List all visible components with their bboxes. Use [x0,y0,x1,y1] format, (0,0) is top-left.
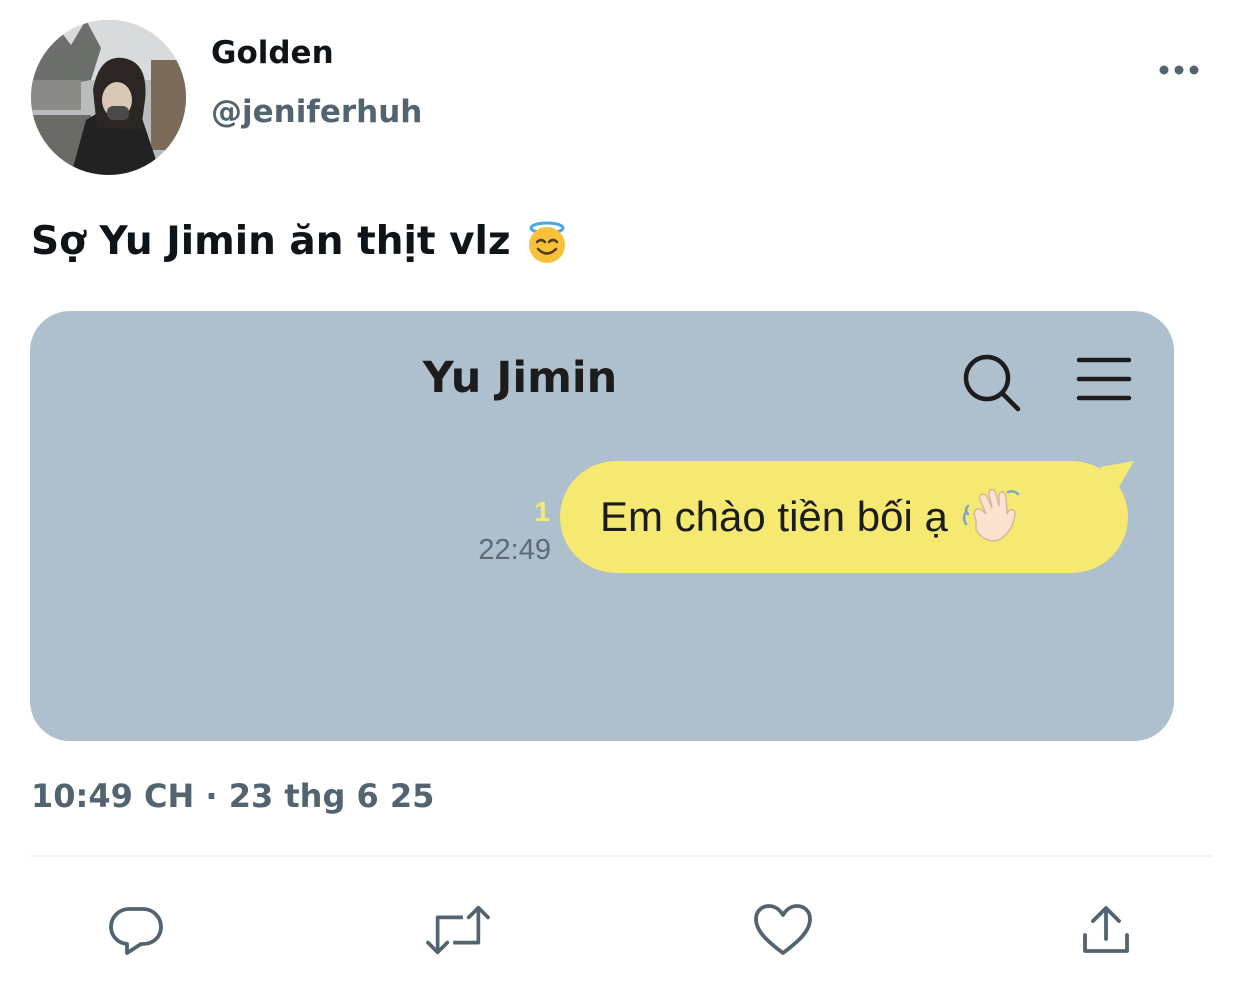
profile-photo [31,20,186,175]
tweet-text: Sợ Yu Jimin ăn thịt vlz [31,219,511,264]
tweet-text-container: Sợ Yu Jimin ăn thịt vlz [31,216,569,268]
smiling-face-with-halo-emoji [525,220,569,264]
chat-title: Yu Jimin [422,353,618,403]
message-bubble: Em chào tiền bối ạ [560,461,1128,573]
share-icon [1083,906,1129,953]
divider [30,855,1212,857]
message-time: 22:49 [478,534,551,566]
reply-button[interactable] [104,898,168,962]
menu-icon [1076,356,1132,408]
message-text: Em chào tiền bối ạ [600,493,948,540]
display-name[interactable]: Golden [211,33,334,73]
like-button[interactable] [751,898,815,962]
like-icon [754,904,812,955]
avatar[interactable] [31,20,186,175]
retweet-button[interactable] [426,898,490,962]
more-horizontal-icon [1159,65,1199,75]
tweet-timestamp[interactable]: 10:49 CH · 23 thg 6 25 [31,774,434,818]
reply-icon [109,907,163,955]
waving-hand-emoji [962,484,1024,550]
search-icon [961,352,1023,418]
user-handle[interactable]: @jeniferhuh [211,92,422,132]
more-options-button[interactable] [1152,52,1206,88]
unread-count: 1 [534,496,550,527]
retweet-icon [426,905,490,955]
share-button[interactable] [1074,898,1138,962]
